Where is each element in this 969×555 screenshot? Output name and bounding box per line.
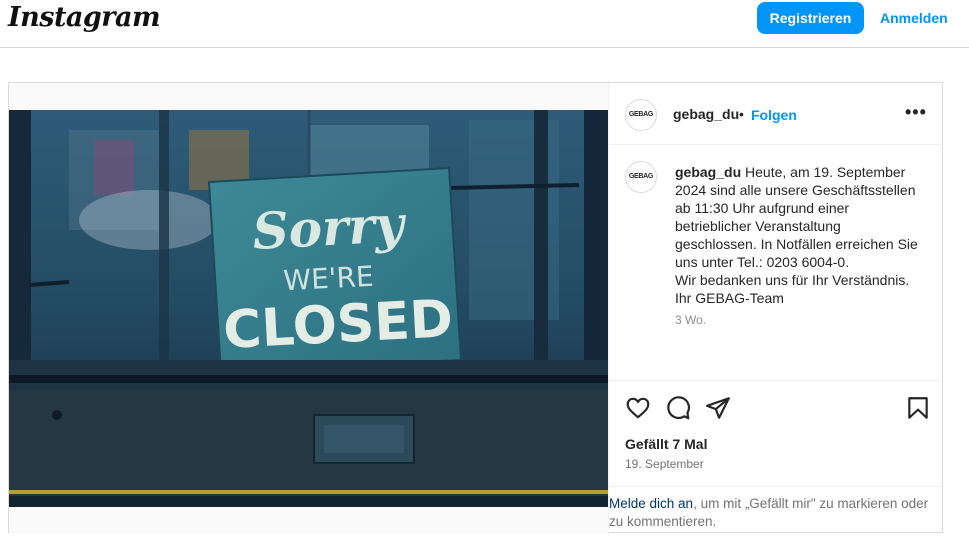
register-button[interactable]: Registrieren: [757, 2, 864, 34]
instagram-logo[interactable]: Instagram: [8, 2, 161, 33]
caption-line3: Ihr GEBAG-Team: [675, 290, 784, 306]
top-header: Instagram Registrieren Anmelden: [0, 0, 969, 48]
post-header: GEBAG gebag_du • Folgen •••: [609, 83, 943, 145]
bookmark-icon[interactable]: [905, 395, 931, 421]
likes-count[interactable]: Gefällt 7 Mal: [625, 436, 707, 452]
post-caption: gebag_du Heute, am 19. September 2024 si…: [675, 163, 925, 307]
follow-button[interactable]: Folgen: [751, 107, 797, 123]
separator-dot: •: [739, 106, 744, 122]
caption-line2: Wir bedanken uns für Ihr Verständnis.: [675, 272, 910, 288]
post-actions: Gefällt 7 Mal 19. September: [609, 380, 943, 487]
post-date[interactable]: 19. September: [625, 457, 704, 471]
post-media: Sorry WE'RE CLOSED: [9, 83, 608, 534]
post-username[interactable]: gebag_du: [673, 106, 739, 122]
login-prompt-link[interactable]: Melde dich an: [609, 496, 693, 511]
post-sidebar: GEBAG gebag_du • Folgen ••• GEBAG gebag_…: [608, 83, 943, 534]
more-options-icon[interactable]: •••: [905, 103, 927, 121]
share-icon[interactable]: [705, 395, 731, 421]
login-prompt: Melde dich an, um mit „Gefällt mir" zu m…: [609, 486, 943, 534]
post-image[interactable]: Sorry WE'RE CLOSED: [9, 110, 608, 507]
login-link[interactable]: Anmelden: [880, 10, 948, 26]
sign-sorry-text: Sorry: [251, 194, 408, 261]
sign-closed-text: CLOSED: [222, 289, 455, 361]
comment-icon[interactable]: [665, 395, 691, 421]
caption-username[interactable]: gebag_du: [675, 164, 741, 180]
closed-sign-photo: Sorry WE'RE CLOSED: [9, 110, 608, 507]
post-card: Sorry WE'RE CLOSED GEBAG gebag_du • Folg…: [8, 82, 943, 534]
heart-icon[interactable]: [625, 395, 651, 421]
caption-avatar[interactable]: GEBAG: [625, 161, 657, 193]
sign-were-text: WE'RE: [283, 260, 375, 298]
caption-timestamp[interactable]: 3 Wo.: [675, 313, 706, 327]
avatar[interactable]: GEBAG: [625, 99, 657, 131]
